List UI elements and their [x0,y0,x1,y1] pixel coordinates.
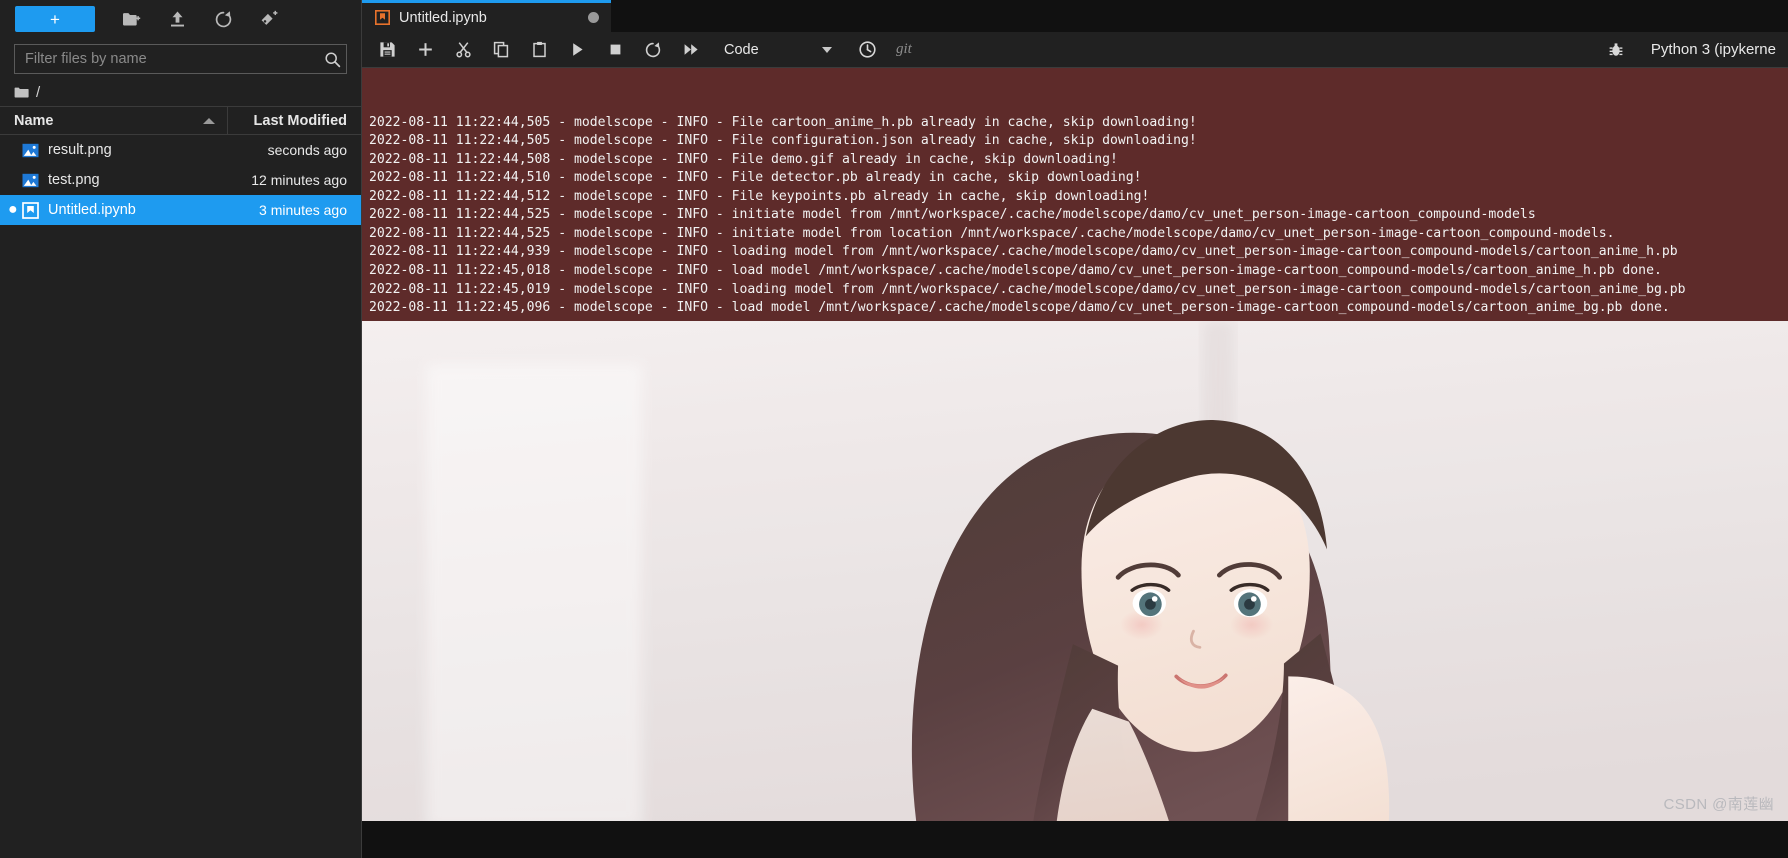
file-row[interactable]: test.png 12 minutes ago [0,165,361,195]
cartoon-portrait-image [362,320,1788,821]
stderr-output-log: 2022-08-11 11:22:44,505 - modelscope - I… [362,68,1788,321]
copy-button[interactable] [486,36,516,64]
cut-button[interactable] [448,36,478,64]
new-folder-icon[interactable] [116,6,146,32]
log-line: 2022-08-11 11:22:45,018 - modelscope - I… [369,263,1662,279]
filter-box [14,44,347,74]
file-last-modified: 3 minutes ago [259,202,347,218]
new-git-repo-icon[interactable] [254,6,284,32]
file-row[interactable]: result.png seconds ago [0,135,361,165]
image-file-icon [22,172,39,189]
notebook-icon [22,201,39,219]
filter-container [0,38,361,78]
file-browser-toolbar: + [0,0,361,38]
git-label[interactable]: git [896,41,912,58]
log-line: 2022-08-11 11:22:44,505 - modelscope - I… [369,114,1197,130]
notebook-icon [375,10,390,25]
main-dock-area: Untitled.ipynb Code git Python 3 (ipyker… [362,0,1788,858]
notebook-toolbar: Code git Python 3 (ipykerne [362,32,1788,68]
file-dirty-indicator: ● [8,201,18,218]
debugger-bug-icon[interactable] [1601,36,1631,64]
file-browser-panel: + Filter files by name / Name Last Modif… [0,0,362,858]
cell-type-value: Code [724,41,759,58]
restart-run-all-button[interactable] [676,36,706,64]
breadcrumb-root[interactable]: / [36,84,40,101]
log-line: 2022-08-11 11:22:44,525 - modelscope - I… [369,207,1536,223]
file-row[interactable]: ● Untitled.ipynb 3 minutes ago [0,195,361,225]
cell-output-area: 2022-08-11 11:22:44,505 - modelscope - I… [362,68,1788,858]
history-clock-icon[interactable] [852,36,882,64]
file-name: result.png [48,142,112,158]
new-launcher-button[interactable]: + [15,6,95,32]
tab-bar: Untitled.ipynb [362,0,1788,32]
run-button[interactable] [562,36,592,64]
notebook-scroll-area: 2022-08-11 11:22:44,505 - modelscope - I… [362,68,1788,858]
paste-button[interactable] [524,36,554,64]
breadcrumb[interactable]: / [0,78,361,106]
log-line: 2022-08-11 11:22:44,505 - modelscope - I… [369,133,1197,149]
save-button[interactable] [372,36,402,64]
log-line: 2022-08-11 11:22:44,510 - modelscope - I… [369,170,1142,186]
upload-icon[interactable] [162,6,192,32]
search-input[interactable] [15,45,318,73]
result-image-output: CSDN @南莲幽 [362,320,1788,821]
folder-icon [14,86,29,99]
column-header-last-modified[interactable]: Last Modified [228,113,361,129]
search-icon[interactable] [318,45,346,73]
image-file-icon [22,142,39,159]
chevron-down-icon [822,46,832,53]
unsaved-changes-indicator[interactable] [588,12,599,23]
log-line: 2022-08-11 11:22:45,096 - modelscope - I… [369,300,1670,316]
refresh-icon[interactable] [208,6,238,32]
sort-ascending-icon [203,117,215,124]
log-line: 2022-08-11 11:22:44,525 - modelscope - I… [369,225,1615,241]
file-name: Untitled.ipynb [48,202,136,218]
column-header-name[interactable]: Name [0,107,228,134]
stop-button[interactable] [600,36,630,64]
log-line: 2022-08-11 11:22:45,019 - modelscope - I… [369,281,1686,297]
log-line: 2022-08-11 11:22:44,512 - modelscope - I… [369,188,1150,204]
log-line: 2022-08-11 11:22:44,508 - modelscope - I… [369,151,1118,167]
file-last-modified: seconds ago [267,142,347,158]
tab-untitled-ipynb[interactable]: Untitled.ipynb [362,0,611,32]
cell-type-select[interactable]: Code [724,36,836,63]
file-name: test.png [48,172,100,188]
tab-title: Untitled.ipynb [399,9,487,26]
insert-cell-button[interactable] [410,36,440,64]
restart-button[interactable] [638,36,668,64]
log-line: 2022-08-11 11:22:44,939 - modelscope - I… [369,244,1678,260]
file-list-header: Name Last Modified [0,106,361,135]
kernel-name-button[interactable]: Python 3 (ipykerne [1651,41,1778,58]
jupyterlab-window: + Filter files by name / Name Last Modif… [0,0,1788,858]
file-list: result.png seconds ago test.png 12 minutes … [0,135,361,858]
file-last-modified: 12 minutes ago [251,172,347,188]
toolbar-right-group: Python 3 (ipykerne [1597,36,1778,64]
column-header-name-label: Name [14,112,54,129]
